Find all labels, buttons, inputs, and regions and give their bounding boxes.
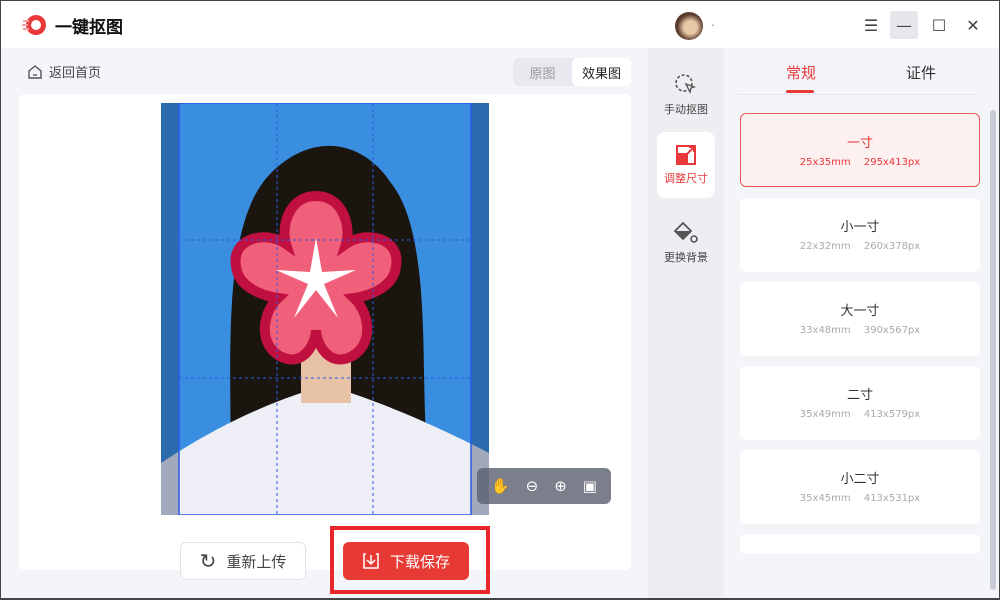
view-result[interactable]: 效果图	[572, 58, 631, 86]
tool-change-background[interactable]: 更换背景	[657, 210, 715, 276]
menu-button[interactable]: ☰	[857, 11, 885, 39]
back-home-button[interactable]: 返回首页	[27, 62, 101, 81]
size-option[interactable]: 二寸 35x49mm 413x579px	[740, 366, 980, 440]
size-name: 小一寸	[740, 216, 980, 235]
view-original[interactable]: 原图	[513, 58, 572, 86]
view-toggle: 原图 效果图	[513, 58, 631, 86]
size-name: 一寸	[741, 132, 979, 151]
tool-label: 手动抠图	[664, 101, 708, 117]
back-home-label: 返回首页	[49, 62, 101, 81]
tool-label: 更换背景	[664, 249, 708, 265]
download-label: 下载保存	[390, 551, 450, 572]
size-mm: 35x49mm	[800, 409, 851, 420]
tab-indicator	[786, 90, 814, 93]
size-name: 大一寸	[740, 300, 980, 319]
size-option[interactable]: 小二寸 35x45mm 413x531px	[740, 450, 980, 524]
size-mm: 22x32mm	[800, 241, 851, 252]
size-px: 260x378px	[864, 241, 920, 252]
zoom-toolbar: ✋ ⊖ ⊕ ▣	[477, 468, 611, 504]
resize-icon	[675, 144, 697, 166]
user-name[interactable]: .	[711, 15, 715, 29]
tool-manual-cutout[interactable]: 手动抠图	[657, 62, 715, 128]
paint-bucket-icon	[673, 221, 699, 245]
cursor-select-icon	[674, 73, 698, 97]
size-name: 二寸	[740, 384, 980, 403]
divider	[738, 94, 978, 95]
reupload-label: 重新上传	[226, 551, 286, 572]
size-px: 295x413px	[864, 157, 920, 168]
size-option[interactable]: 小一寸 22x32mm 260x378px	[740, 198, 980, 272]
download-button[interactable]: 下载保存	[343, 542, 469, 580]
tool-sidebar: 手动抠图 调整尺寸 更换背景	[648, 48, 724, 600]
title-bar: 一键抠图 . ☰ — ☐ ✕	[0, 0, 1000, 48]
scrollbar[interactable]	[990, 110, 996, 590]
zoom-out-icon[interactable]: ⊖	[526, 477, 539, 495]
zoom-in-icon[interactable]: ⊕	[554, 477, 567, 495]
size-px: 390x567px	[864, 325, 920, 336]
size-mm: 33x48mm	[800, 325, 851, 336]
hand-icon[interactable]: ✋	[491, 477, 510, 495]
tool-label: 调整尺寸	[664, 170, 708, 186]
reupload-button[interactable]: ↻ 重新上传	[180, 542, 306, 580]
size-px: 413x531px	[864, 493, 920, 504]
editor-area: 返回首页 原图 效果图 ✋ ⊖ ⊕ ▣	[0, 48, 648, 600]
download-icon	[362, 552, 380, 570]
size-px: 413x579px	[864, 409, 920, 420]
size-option[interactable]: 一寸 25x35mm 295x413px	[740, 113, 980, 187]
refresh-icon: ↻	[200, 549, 217, 573]
tab-id-photo[interactable]: 证件	[906, 62, 936, 83]
fit-icon[interactable]: ▣	[583, 477, 597, 495]
avatar[interactable]	[675, 12, 703, 40]
size-mm: 25x35mm	[800, 157, 851, 168]
size-mm: 35x45mm	[800, 493, 851, 504]
minimize-button[interactable]: —	[890, 11, 918, 39]
photo-preview[interactable]	[161, 103, 489, 515]
close-button[interactable]: ✕	[959, 11, 987, 39]
size-panel: 常规 证件 一寸 25x35mm 295x413px 小一寸 22x32mm 260…	[724, 48, 1000, 600]
size-option[interactable]	[740, 534, 980, 554]
app-logo-icon	[21, 13, 47, 37]
app-title: 一键抠图	[55, 13, 123, 38]
tab-general[interactable]: 常规	[786, 62, 816, 83]
tool-resize[interactable]: 调整尺寸	[657, 132, 715, 198]
maximize-button[interactable]: ☐	[925, 11, 953, 39]
home-icon	[27, 64, 43, 80]
size-name: 小二寸	[740, 468, 980, 487]
size-option[interactable]: 大一寸 33x48mm 390x567px	[740, 282, 980, 356]
